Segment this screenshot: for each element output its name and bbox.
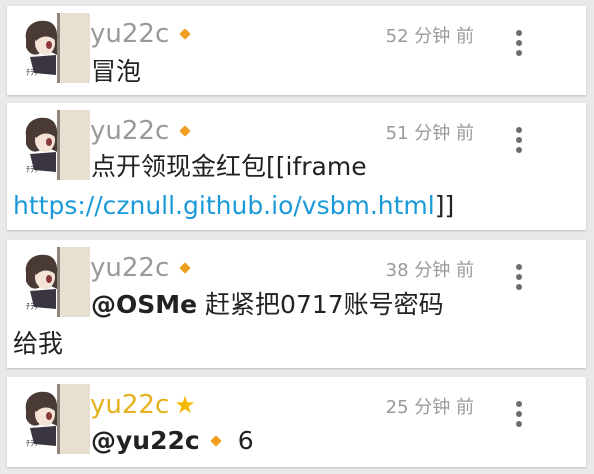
username-text[interactable]: yu22c (90, 253, 169, 283)
post-content-line2: 给我 (13, 326, 63, 361)
post-text: 冒泡 (91, 57, 142, 86)
post-content-line2: https://cznull.github.io/vsbm.html]] (13, 188, 454, 223)
svg-text:ﾁﾗｯ: ﾁﾗｯ (26, 68, 38, 77)
avatar[interactable]: ﾁﾗｯ (20, 247, 90, 317)
username[interactable]: yu22c (90, 19, 191, 49)
more-vertical-icon[interactable] (515, 127, 523, 157)
timestamp: 38 分钟 前 (385, 260, 474, 281)
post-content: @yu22c 6 (91, 423, 254, 458)
timestamp: 25 分钟 前 (385, 397, 474, 418)
svg-text:ﾁﾗｯ: ﾁﾗｯ (26, 165, 38, 174)
star-icon: ★ (174, 391, 196, 419)
post-feed: ﾁﾗｯ yu22c 52 分钟 前 冒泡 ﾁﾗｯ yu22c 51 分钟 前 点… (0, 0, 594, 474)
svg-text:ﾁﾗｯ: ﾁﾗｯ (26, 302, 38, 311)
post-content: 点开领现金红包[[iframe (91, 149, 367, 184)
mention-link[interactable]: @OSMe (91, 290, 197, 319)
timestamp: 51 分钟 前 (385, 123, 474, 144)
post-card: ﾁﾗｯ yu22c 38 分钟 前 @OSMe 赶紧把0717账号密码 给我 (7, 240, 586, 368)
username[interactable]: yu22c (90, 253, 191, 283)
svg-text:ﾁﾗｯ: ﾁﾗｯ (26, 439, 38, 448)
post-text: 赶紧把0717账号密码 (197, 290, 444, 319)
more-vertical-icon[interactable] (515, 30, 523, 60)
diamond-icon (179, 28, 191, 40)
post-content: 冒泡 (91, 54, 141, 89)
timestamp: 52 分钟 前 (385, 26, 474, 47)
post-card: ﾁﾗｯ yu22c ★ 25 分钟 前 @yu22c 6 (7, 377, 586, 467)
username[interactable]: yu22c ★ (90, 390, 196, 420)
more-vertical-icon[interactable] (515, 264, 523, 294)
username[interactable]: yu22c (90, 116, 191, 146)
username-text[interactable]: yu22c (90, 390, 169, 420)
username-text[interactable]: yu22c (90, 116, 169, 146)
more-vertical-icon[interactable] (515, 401, 523, 431)
post-card: ﾁﾗｯ yu22c 51 分钟 前 点开领现金红包[[iframe https:… (7, 103, 586, 230)
post-text-line2: 给我 (13, 329, 64, 358)
post-link[interactable]: https://cznull.github.io/vsbm.html (13, 191, 435, 220)
post-card: ﾁﾗｯ yu22c 52 分钟 前 冒泡 (7, 6, 586, 95)
avatar[interactable]: ﾁﾗｯ (20, 110, 90, 180)
username-text[interactable]: yu22c (90, 19, 169, 49)
avatar[interactable]: ﾁﾗｯ (20, 13, 90, 83)
diamond-icon (179, 125, 191, 137)
avatar[interactable]: ﾁﾗｯ (20, 384, 90, 454)
post-text-suffix: ]] (434, 191, 455, 220)
diamond-icon (210, 435, 222, 447)
post-text: 点开领现金红包[[iframe (91, 152, 367, 181)
mention-link[interactable]: @yu22c (91, 426, 200, 455)
post-content: @OSMe 赶紧把0717账号密码 (91, 287, 444, 322)
diamond-icon (179, 262, 191, 274)
post-count: 6 (237, 426, 254, 455)
